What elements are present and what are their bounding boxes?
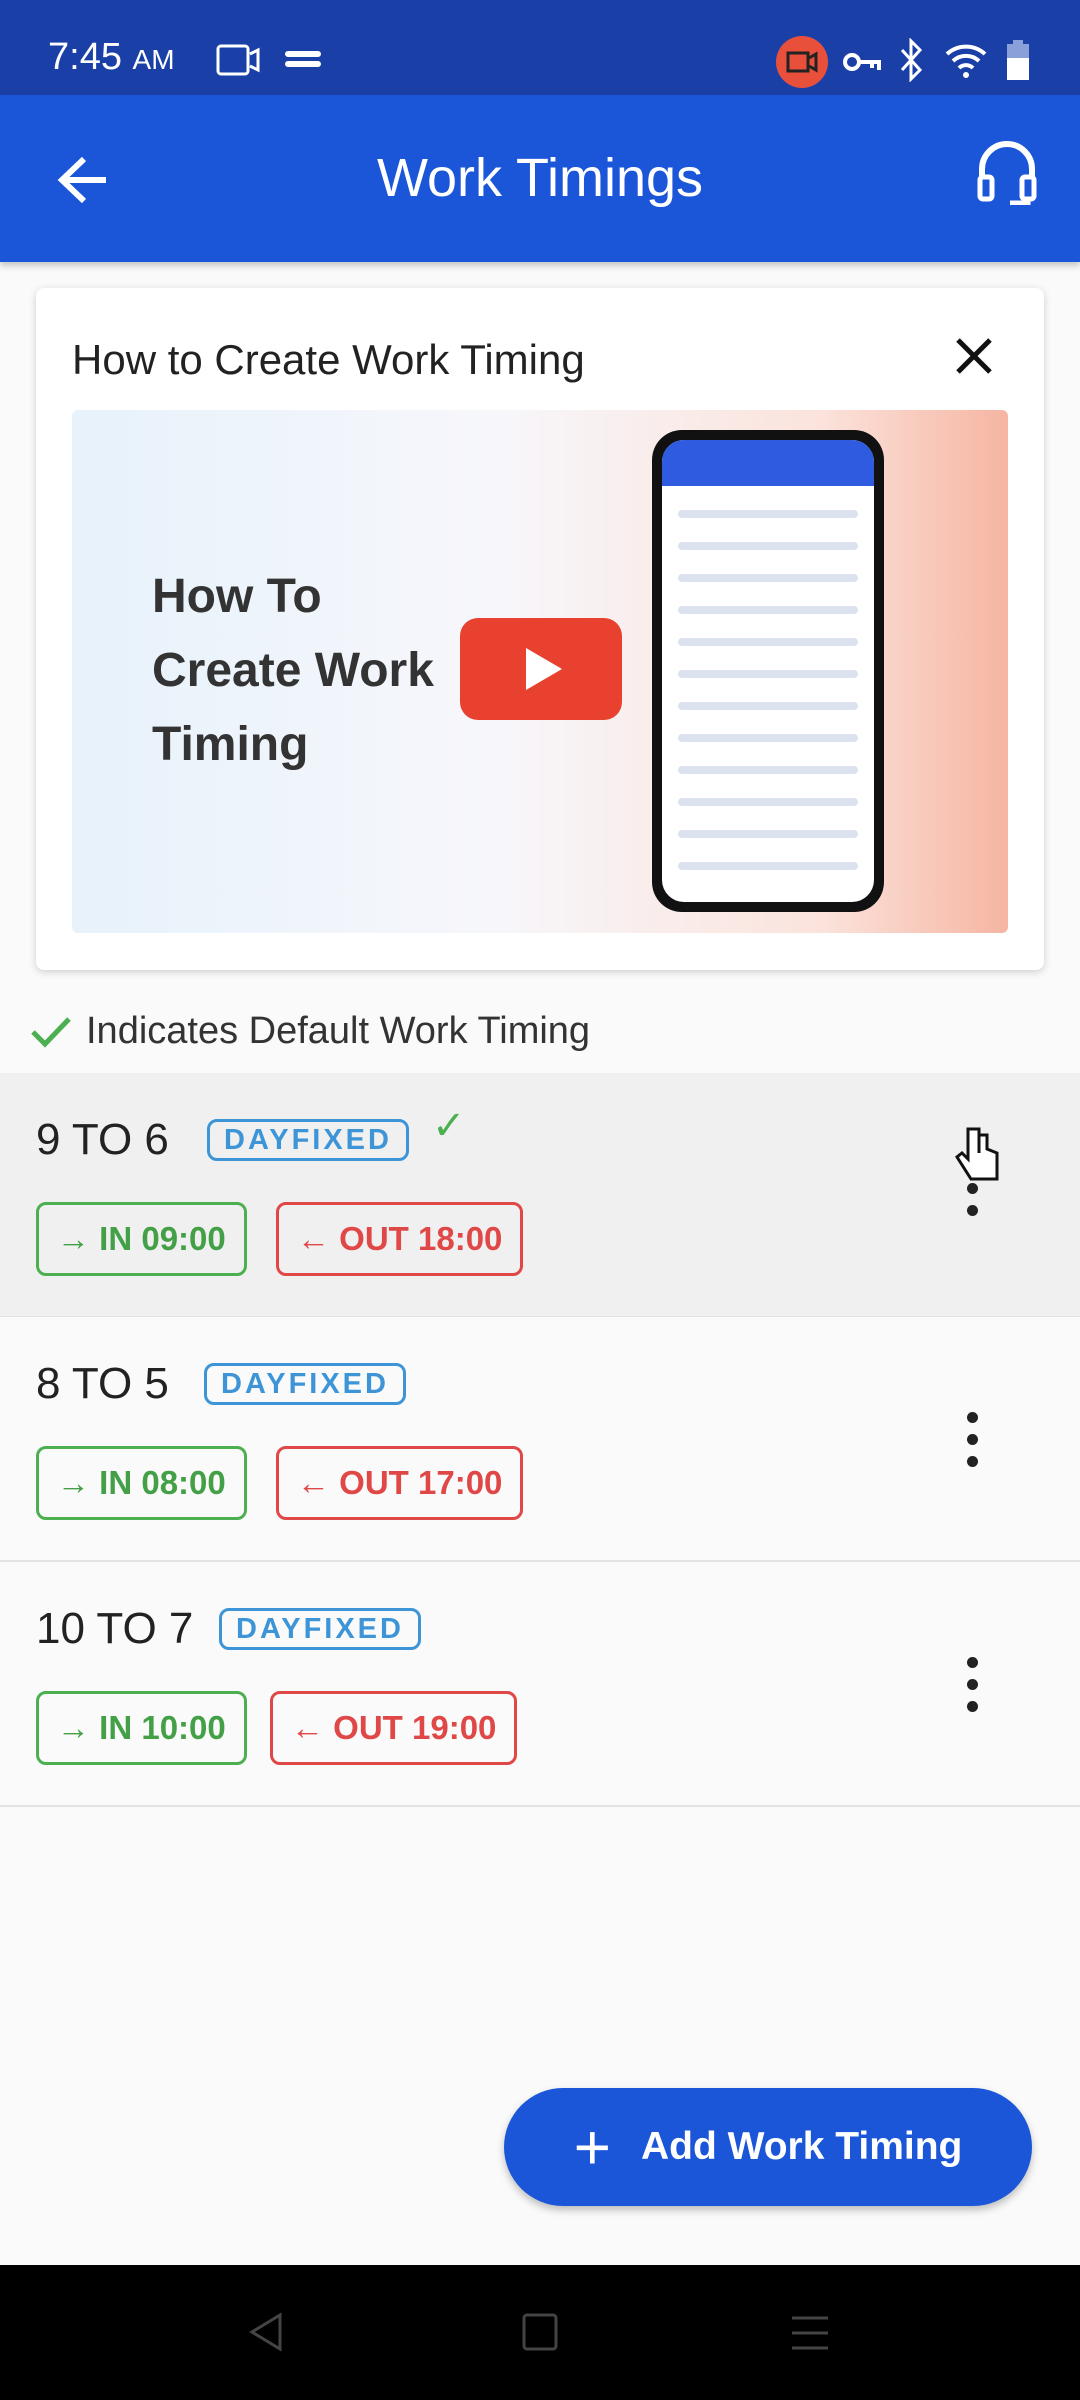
- bluetooth-icon: [900, 38, 923, 82]
- thumbnail-line: Timing: [152, 718, 309, 771]
- phone-mockup: [652, 430, 884, 912]
- wifi-icon: [945, 44, 987, 78]
- vpn-key-icon: [843, 53, 881, 71]
- close-icon[interactable]: [954, 336, 994, 376]
- out-time: OUT 18:00: [339, 1220, 503, 1257]
- out-time-chip: ← OUT 18:00: [276, 1202, 524, 1276]
- thumbnail-line: How To: [152, 570, 322, 623]
- screen-record-icon: [216, 44, 260, 76]
- battery-icon: [1007, 40, 1029, 80]
- page-title: Work Timings: [376, 148, 704, 208]
- add-work-timing-button[interactable]: + Add Work Timing: [504, 2088, 1032, 2206]
- video-card-title: How to Create Work Timing: [72, 336, 585, 383]
- out-time: OUT 19:00: [333, 1709, 497, 1746]
- in-time: IN 08:00: [99, 1464, 226, 1501]
- add-work-timing-label: Add Work Timing: [640, 2125, 963, 2168]
- in-time: IN 09:00: [99, 1220, 226, 1257]
- more-options-icon[interactable]: [954, 1412, 990, 1482]
- in-time-chip: → IN 08:00: [36, 1446, 247, 1520]
- timing-type-badge: DAYFIXED: [204, 1363, 406, 1405]
- timing-name: 10 TO 7: [36, 1604, 194, 1653]
- thumbnail-line: Create Work: [152, 644, 434, 697]
- nav-back-icon[interactable]: [246, 2311, 286, 2353]
- video-tutorial-card: How to Create Work Timing How To Create …: [36, 288, 1044, 970]
- in-time: IN 10:00: [99, 1709, 226, 1746]
- hand-cursor-icon: [955, 1127, 999, 1181]
- work-timing-row[interactable]: 8 TO 5 DAYFIXED → IN 08:00 ← OUT 17:00: [0, 1317, 1080, 1562]
- time-text: 7:45: [48, 36, 122, 78]
- timing-name: 9 TO 6: [36, 1115, 169, 1164]
- camera-record-icon: [776, 36, 828, 88]
- nav-menu-icon[interactable]: [790, 2315, 830, 2351]
- in-time-chip: → IN 09:00: [36, 1202, 247, 1276]
- more-options-icon[interactable]: [954, 1183, 990, 1253]
- headset-icon[interactable]: [976, 139, 1038, 205]
- default-indicator: Indicates Default Work Timing: [30, 1010, 590, 1053]
- timing-name: 8 TO 5: [36, 1359, 169, 1408]
- play-button[interactable]: [460, 618, 622, 720]
- nav-home-icon[interactable]: [522, 2313, 558, 2351]
- check-icon: [31, 1016, 71, 1048]
- ampm-text: AM: [132, 44, 175, 75]
- out-time-chip: ← OUT 17:00: [276, 1446, 524, 1520]
- system-nav-bar: [0, 2265, 1080, 2400]
- in-time-chip: → IN 10:00: [36, 1691, 247, 1765]
- more-options-icon[interactable]: [954, 1657, 990, 1727]
- thumbnail-text: How To Create Work Timing: [152, 560, 434, 782]
- default-check-icon: ✓: [432, 1104, 466, 1148]
- plus-icon: +: [573, 2111, 611, 2183]
- timing-type-badge: DAYFIXED: [207, 1119, 409, 1161]
- status-bar: 7:45 AM: [0, 0, 1080, 95]
- sync-icon: [285, 51, 321, 67]
- work-timing-row[interactable]: 10 TO 7 DAYFIXED → IN 10:00 ← OUT 19:00: [0, 1562, 1080, 1807]
- work-timing-row[interactable]: 9 TO 6 DAYFIXED ✓ → IN 09:00 ← OUT 18:00: [0, 1073, 1080, 1318]
- play-icon: [526, 648, 562, 690]
- out-time: OUT 17:00: [339, 1464, 503, 1501]
- status-time: 7:45 AM: [48, 36, 175, 79]
- timing-type-badge: DAYFIXED: [219, 1608, 421, 1650]
- app-bar: Work Timings: [0, 95, 1080, 262]
- video-thumbnail[interactable]: How To Create Work Timing: [72, 410, 1008, 933]
- indicator-text: Indicates Default Work Timing: [86, 1010, 591, 1052]
- out-time-chip: ← OUT 19:00: [270, 1691, 518, 1765]
